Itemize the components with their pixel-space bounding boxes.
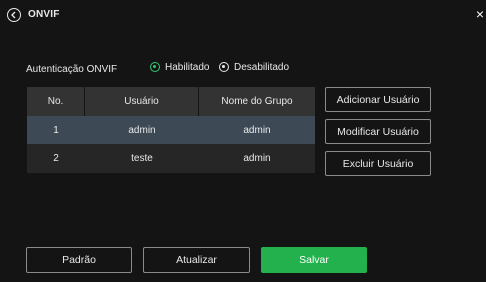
radio-selected-icon: [150, 62, 160, 72]
default-button[interactable]: Padrão: [26, 247, 132, 273]
radio-icon: [219, 62, 229, 72]
title-bar: ONVIF ×: [0, 0, 486, 30]
radio-enabled[interactable]: Habilitado: [150, 61, 209, 73]
column-header-group: Nome do Grupo: [221, 96, 293, 107]
modify-user-button[interactable]: Modificar Usuário: [325, 119, 431, 144]
delete-user-button[interactable]: Excluir Usuário: [325, 151, 431, 176]
onvif-auth-label: Autenticação ONVIF: [26, 64, 118, 75]
row-no: 1: [53, 124, 59, 136]
radio-disabled[interactable]: Desabilitado: [219, 61, 289, 73]
column-header-no: No.: [27, 87, 85, 116]
add-user-button[interactable]: Adicionar Usuário: [325, 87, 431, 112]
row-group: admin: [243, 124, 271, 136]
row-user: admin: [128, 124, 156, 136]
row-no: 2: [53, 153, 59, 164]
refresh-button[interactable]: Atualizar: [143, 247, 250, 273]
save-button[interactable]: Salvar: [261, 247, 367, 273]
close-icon[interactable]: ×: [474, 7, 486, 21]
column-header-user: Usuário: [85, 87, 199, 116]
radio-disabled-label: Desabilitado: [234, 61, 290, 73]
row-user: teste: [131, 153, 153, 164]
back-icon[interactable]: [7, 8, 21, 22]
table-row[interactable]: 2 teste admin: [27, 144, 315, 173]
table-row[interactable]: 1 admin admin: [27, 116, 315, 144]
users-table: No. Usuário Nome do Grupo 1 admin admin …: [27, 87, 315, 173]
row-group: admin: [243, 153, 271, 164]
radio-enabled-label: Habilitado: [165, 61, 210, 73]
table-header: No. Usuário Nome do Grupo: [27, 87, 315, 116]
page-title: ONVIF: [28, 9, 60, 20]
chevron-left-icon: [11, 11, 16, 19]
